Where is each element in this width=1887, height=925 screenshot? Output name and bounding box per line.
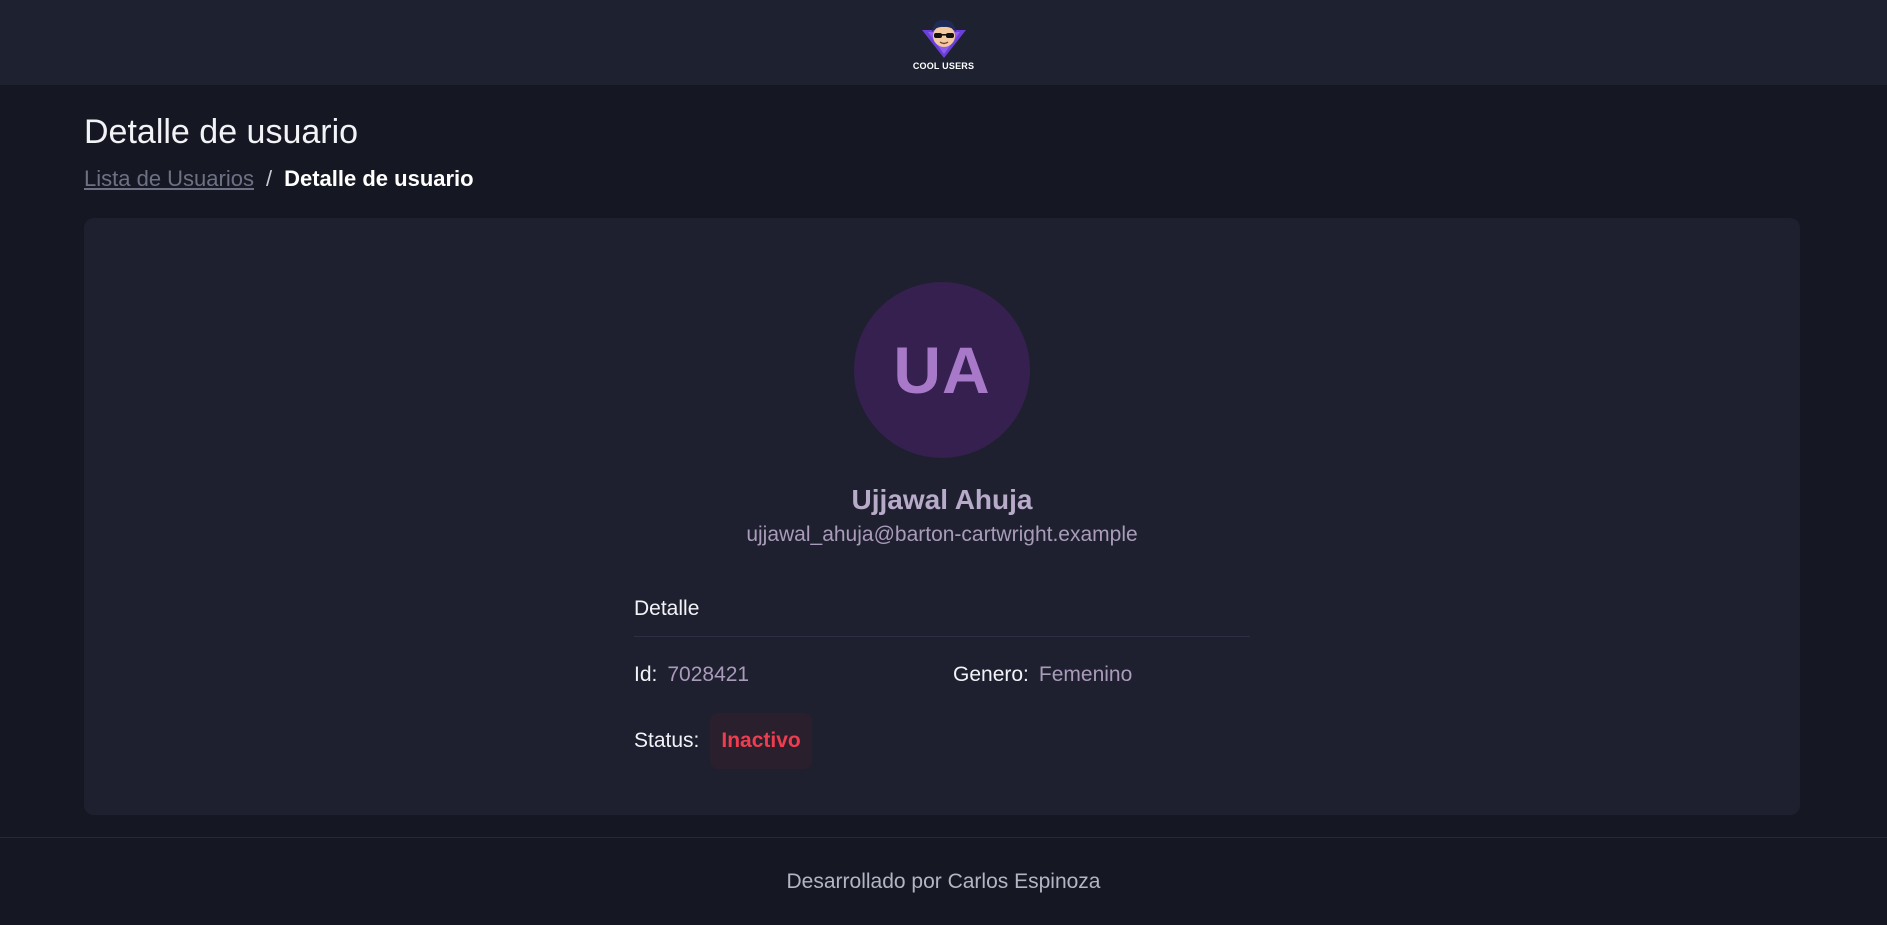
user-detail-card: UA Ujjawal Ahuja ujjawal_ahuja@barton-ca…	[84, 218, 1800, 815]
field-id: Id: 7028421	[634, 663, 953, 687]
detail-section: Detalle Id: 7028421 Genero: Femenino Sta…	[634, 594, 1250, 769]
user-name: Ujjawal Ahuja	[851, 484, 1033, 515]
field-gender: Genero: Femenino	[953, 663, 1132, 687]
avatar-initials: UA	[893, 333, 991, 407]
field-status: Status: Inactivo	[634, 713, 1250, 769]
user-email: ujjawal_ahuja@barton-cartwright.example	[746, 523, 1138, 546]
gender-label: Genero:	[953, 663, 1029, 686]
breadcrumb-current: Detalle de usuario	[284, 166, 474, 191]
status-badge: Inactivo	[710, 713, 812, 769]
logo-text: COOL USERS	[912, 61, 975, 71]
detail-heading: Detalle	[634, 594, 1250, 637]
detail-row: Id: 7028421 Genero: Femenino	[634, 659, 1250, 691]
id-value: 7028421	[667, 663, 750, 686]
breadcrumb: Lista de Usuarios / Detalle de usuario	[84, 164, 474, 194]
page-title: Detalle de usuario	[84, 113, 359, 151]
id-label: Id:	[634, 663, 658, 686]
avatar: UA	[854, 282, 1030, 458]
app-logo[interactable]: COOL USERS	[913, 16, 974, 71]
breadcrumb-link-user-list[interactable]: Lista de Usuarios	[84, 164, 254, 194]
breadcrumb-separator: /	[265, 166, 273, 191]
footer: Desarrollado por Carlos Espinoza	[0, 837, 1887, 925]
status-label: Status:	[634, 729, 700, 752]
gender-value: Femenino	[1038, 663, 1133, 686]
top-navbar: COOL USERS	[0, 0, 1887, 85]
footer-credit: Desarrollado por Carlos Espinoza	[786, 869, 1101, 893]
cool-user-mascot-icon	[921, 19, 966, 58]
